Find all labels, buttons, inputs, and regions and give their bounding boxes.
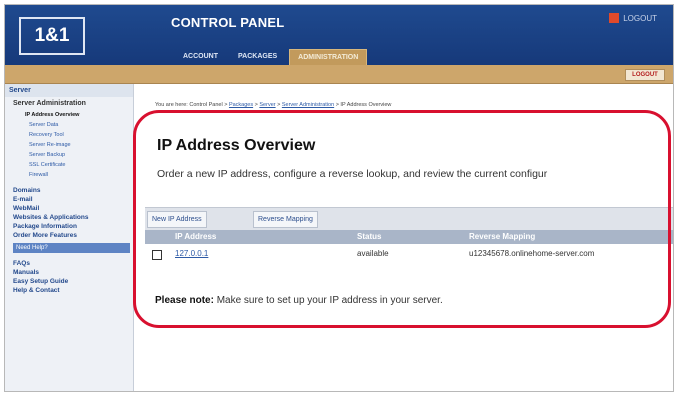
sidebar-item-recovery-tool[interactable]: Recovery Tool	[5, 130, 133, 140]
column-reverse-mapping[interactable]: Reverse Mapping	[469, 232, 535, 241]
sidebar-item-ssl[interactable]: SSL Certificate	[5, 160, 133, 170]
help-item-contact[interactable]: Help & Contact	[13, 286, 68, 295]
tab-account[interactable]: ACCOUNT	[175, 49, 226, 65]
logout-icon	[609, 13, 620, 23]
sidebar-item-webmail[interactable]: WebMail	[5, 204, 133, 213]
sidebar-subsection[interactable]: Server Administration	[5, 97, 133, 110]
logout-button[interactable]: LOGOUT	[625, 69, 665, 81]
control-panel-title: CONTROL PANEL	[171, 15, 285, 30]
row-checkbox[interactable]	[152, 250, 162, 260]
subnav-bar: LOGOUT	[5, 65, 673, 84]
sidebar-item-server-backup[interactable]: Server Backup	[5, 150, 133, 160]
reverse-mapping-button[interactable]: Reverse Mapping	[253, 211, 318, 228]
new-ip-address-button[interactable]: New IP Address	[147, 211, 207, 228]
ip-address-link[interactable]: 127.0.0.1	[175, 249, 208, 258]
table-header: IP Address Status Reverse Mapping	[145, 230, 673, 244]
tab-packages[interactable]: PACKAGES	[230, 49, 285, 65]
help-item-manuals[interactable]: Manuals	[13, 268, 68, 277]
tab-administration[interactable]: ADMINISTRATION	[289, 49, 368, 66]
header-logout[interactable]: LOGOUT	[609, 13, 657, 23]
sidebar-section-server[interactable]: Server	[5, 84, 133, 97]
column-status[interactable]: Status	[357, 232, 381, 241]
header-logout-label: LOGOUT	[623, 13, 657, 23]
breadcrumb-server[interactable]: Server	[259, 102, 275, 108]
column-ip-address[interactable]: IP Address	[175, 232, 216, 241]
note: Please note: Make sure to set up your IP…	[155, 295, 443, 306]
main-tabs: ACCOUNT PACKAGES ADMINISTRATION	[175, 49, 368, 66]
breadcrumb-packages[interactable]: Packages	[229, 102, 253, 108]
breadcrumb-server-admin[interactable]: Server Administration	[282, 102, 334, 108]
sidebar-item-server-data[interactable]: Server Data	[5, 120, 133, 130]
status-value: available	[357, 249, 389, 258]
sidebar: Server Server Administration IP Address …	[5, 84, 134, 391]
help-item-setup-guide[interactable]: Easy Setup Guide	[13, 277, 68, 286]
help-heading: Need Help?	[13, 243, 130, 253]
note-text: Make sure to set up your IP address in y…	[216, 295, 443, 306]
note-label: Please note:	[155, 295, 214, 306]
sidebar-item-websites[interactable]: Websites & Applications	[5, 213, 133, 222]
help-list: FAQs Manuals Easy Setup Guide Help & Con…	[13, 259, 68, 295]
help-item-faqs[interactable]: FAQs	[13, 259, 68, 268]
sidebar-item-email[interactable]: E-mail	[5, 195, 133, 204]
reverse-mapping-value: u12345678.onlinehome-server.com	[469, 249, 595, 258]
breadcrumb-prefix: You are here: Control Panel >	[155, 102, 228, 108]
brand-logo[interactable]: 1&1	[19, 17, 85, 55]
sidebar-item-domains[interactable]: Domains	[5, 186, 133, 195]
sidebar-item-server-reimage[interactable]: Server Re-image	[5, 140, 133, 150]
main-panel: IP Address Overview Order a new IP addre…	[145, 125, 673, 270]
page-description: Order a new IP address, configure a reve…	[157, 168, 548, 180]
table-row: 127.0.0.1 available u12345678.onlinehome…	[145, 245, 673, 263]
page-title: IP Address Overview	[157, 137, 316, 154]
sidebar-item-ip-overview[interactable]: IP Address Overview	[5, 110, 133, 120]
sidebar-item-order-features[interactable]: Order More Features	[5, 231, 133, 240]
header: 1&1 CONTROL PANEL LOGOUT ACCOUNT PACKAGE…	[5, 5, 673, 66]
sidebar-item-firewall[interactable]: Firewall	[5, 170, 133, 180]
breadcrumb: You are here: Control Panel > Packages >…	[155, 102, 392, 108]
action-toolbar: New IP Address Reverse Mapping	[145, 207, 673, 231]
breadcrumb-current: > IP Address Overview	[335, 102, 392, 108]
browser-frame: 1&1 CONTROL PANEL LOGOUT ACCOUNT PACKAGE…	[4, 4, 674, 392]
sidebar-item-package-info[interactable]: Package Information	[5, 222, 133, 231]
